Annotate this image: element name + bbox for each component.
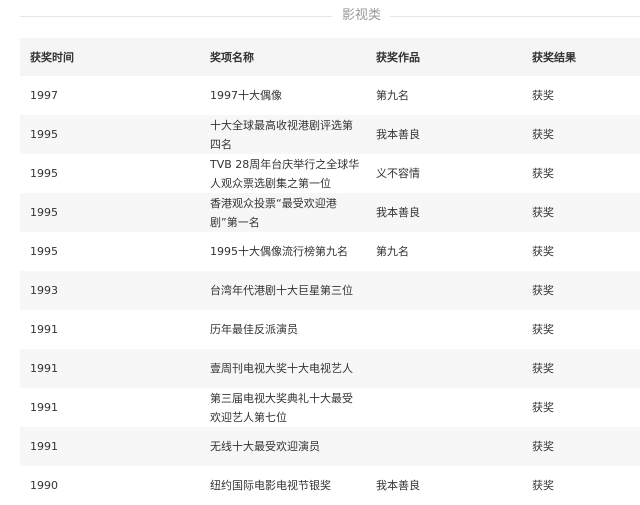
cell-year: 1997	[30, 89, 58, 102]
table-row: 1991 第三届电视大奖典礼十大最受欢迎艺人第七位 获奖	[20, 388, 640, 427]
cell-award-result: 获奖	[532, 245, 554, 258]
cell-award-result: 获奖	[532, 401, 554, 414]
table-row: 1991 历年最佳反派演员 获奖	[20, 310, 640, 349]
cell-award-name: 无线十大最受欢迎演员	[200, 427, 366, 466]
cell-year: 1991	[20, 349, 200, 388]
cell-award-name: 台湾年代港剧十大巨星第三位	[200, 271, 366, 310]
cell-award-work: 义不容情	[376, 167, 420, 180]
cell-award-work	[366, 271, 522, 310]
cell-year: 1995	[20, 115, 200, 154]
cell-award-work: 我本善良	[366, 115, 522, 154]
header-award-time: 获奖时间	[20, 38, 200, 76]
cell-award-work	[366, 310, 522, 349]
cell-award-work	[366, 427, 522, 466]
table-row: 1995 十大全球最高收视港剧评选第四名 我本善良 获奖	[20, 115, 640, 154]
table-row: 1991 无线十大最受欢迎演员 获奖	[20, 427, 640, 466]
cell-year: 1991	[30, 401, 58, 414]
cell-award-name: TVB 28周年台庆举行之全球华人观众票选剧集之第一位	[210, 157, 360, 190]
cell-award-result: 获奖	[522, 193, 640, 232]
awards-table: 获奖时间 奖项名称 获奖作品 获奖结果 1997 1997十大偶像 第九名 获奖 199…	[20, 38, 640, 505]
header-award-name: 奖项名称	[200, 38, 366, 76]
cell-award-name: 第三届电视大奖典礼十大最受欢迎艺人第七位	[210, 391, 353, 424]
header-award-result: 获奖结果	[522, 38, 640, 76]
cell-award-result: 获奖	[532, 167, 554, 180]
cell-award-name: 1995十大偶像流行榜第九名	[210, 245, 348, 258]
cell-award-result: 获奖	[532, 479, 554, 492]
cell-award-name: 1997十大偶像	[210, 89, 282, 102]
header-award-work: 获奖作品	[366, 38, 522, 76]
cell-award-work: 我本善良	[366, 193, 522, 232]
table-row: 1995 TVB 28周年台庆举行之全球华人观众票选剧集之第一位 义不容情 获奖	[20, 154, 640, 193]
cell-award-name: 纽约国际电影电视节银奖	[210, 479, 331, 492]
table-row: 1993 台湾年代港剧十大巨星第三位 获奖	[20, 271, 640, 310]
cell-year: 1995	[30, 245, 58, 258]
cell-award-result: 获奖	[522, 115, 640, 154]
cell-award-result: 获奖	[522, 427, 640, 466]
cell-award-result: 获奖	[532, 89, 554, 102]
section-divider-left	[20, 16, 332, 17]
table-row: 1997 1997十大偶像 第九名 获奖	[20, 76, 640, 115]
cell-award-work: 我本善良	[376, 479, 420, 492]
cell-award-name: 壹周刊电视大奖十大电视艺人	[200, 349, 366, 388]
section-title: 影视类	[342, 8, 382, 23]
cell-award-result: 获奖	[522, 349, 640, 388]
table-row: 1991 壹周刊电视大奖十大电视艺人 获奖	[20, 349, 640, 388]
cell-year: 1995	[30, 167, 58, 180]
cell-year: 1990	[30, 479, 58, 492]
cell-award-name: 香港观众投票“最受欢迎港剧”第一名	[200, 193, 366, 232]
cell-award-work	[366, 349, 522, 388]
cell-award-result: 获奖	[532, 323, 554, 336]
cell-award-name: 十大全球最高收视港剧评选第四名	[200, 115, 366, 154]
cell-year: 1993	[20, 271, 200, 310]
cell-year: 1991	[30, 323, 58, 336]
header-row: 获奖时间 奖项名称 获奖作品 获奖结果	[20, 38, 640, 76]
cell-award-result: 获奖	[522, 271, 640, 310]
table-header: 获奖时间 奖项名称 获奖作品 获奖结果	[20, 38, 640, 76]
section-divider-right	[390, 16, 640, 17]
cell-award-work: 第九名	[376, 89, 409, 102]
cell-year: 1995	[20, 193, 200, 232]
table-row: 1990 纽约国际电影电视节银奖 我本善良 获奖	[20, 466, 640, 505]
table-row: 1995 1995十大偶像流行榜第九名 第九名 获奖	[20, 232, 640, 271]
table-row: 1995 香港观众投票“最受欢迎港剧”第一名 我本善良 获奖	[20, 193, 640, 232]
section-header: 影视类	[0, 0, 640, 34]
cell-award-name: 历年最佳反派演员	[210, 323, 298, 336]
cell-year: 1991	[20, 427, 200, 466]
cell-award-work	[366, 388, 522, 427]
cell-award-work: 第九名	[376, 245, 409, 258]
table-body: 1997 1997十大偶像 第九名 获奖 1995 十大全球最高收视港剧评选第四名 我本善良…	[20, 76, 640, 505]
